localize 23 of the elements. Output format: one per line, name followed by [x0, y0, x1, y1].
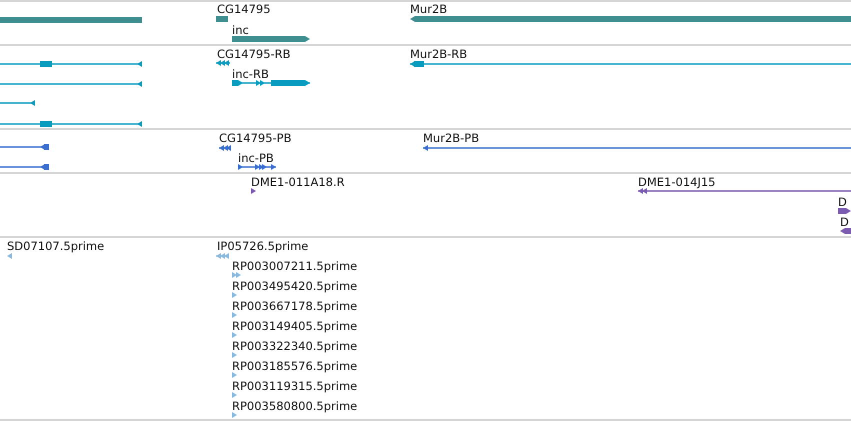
- feature-label: RP003119315.5prime: [232, 379, 358, 393]
- feature-label: Mur2B-RB: [410, 47, 468, 61]
- feature-label: inc: [232, 23, 249, 37]
- feature-label: DME1-014J15: [638, 175, 716, 189]
- feature-label: Mur2B-PB: [423, 131, 480, 145]
- feature-label: inc-RB: [232, 67, 269, 81]
- feature-label: RP003149405.5prime: [232, 319, 358, 333]
- feature-label: RP003322340.5prime: [232, 339, 358, 353]
- feature-label: DME1-011A18.R: [251, 175, 345, 189]
- feature-label: CG14795-PB: [219, 131, 292, 145]
- feature-label: RP003580800.5prime: [232, 399, 358, 413]
- feature-label: RP003667178.5prime: [232, 299, 358, 313]
- feature-label: D: [840, 215, 849, 229]
- feature-label: IP05726.5prime: [217, 239, 308, 253]
- feature-label: RP003185576.5prime: [232, 359, 358, 373]
- feature-label: RP003495420.5prime: [232, 279, 358, 293]
- feature-label: Mur2B: [410, 2, 448, 16]
- feature-label: SD07107.5prime: [7, 239, 104, 253]
- feature-label: D: [838, 195, 847, 209]
- feature-label: CG14795: [217, 2, 271, 16]
- feature-label: inc-PB: [238, 151, 274, 165]
- feature-label: CG14795-RB: [217, 47, 291, 61]
- feature-label: RP003007211.5prime: [232, 259, 358, 273]
